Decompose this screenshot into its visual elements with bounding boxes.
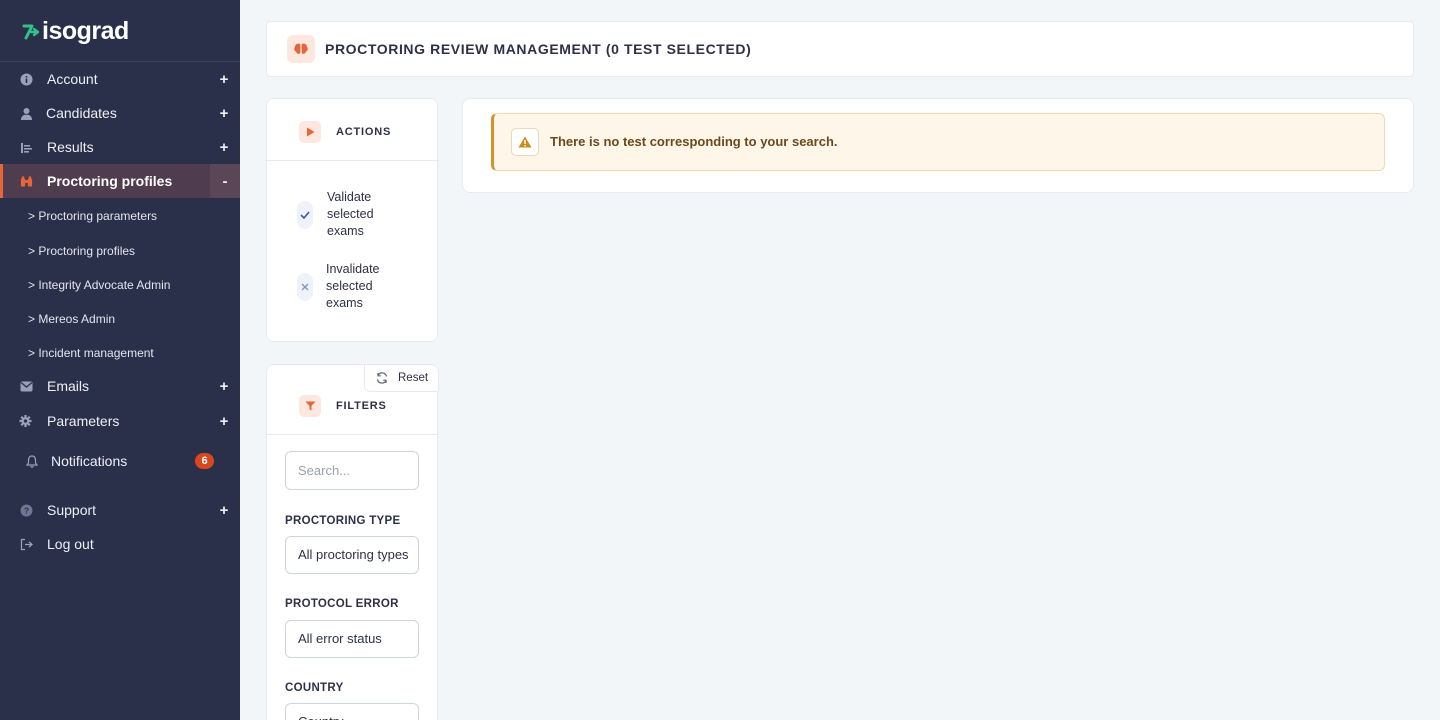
sidebar-item-label: Emails [47, 378, 90, 394]
expand-toggle[interactable]: + [218, 502, 230, 519]
sidebar-item-label: Proctoring profiles [47, 173, 173, 189]
bell-icon [25, 454, 38, 468]
proctoring-type-select[interactable]: All proctoring types [285, 536, 419, 574]
page-title: PROCTORING REVIEW MANAGEMENT (0 TEST SEL… [325, 41, 752, 57]
sidebar-item-emails[interactable]: Emails + [0, 369, 240, 403]
country-label: COUNTRY [285, 682, 344, 694]
protocol-error-label: PROTOCOL ERROR [285, 598, 399, 610]
sidebar-item-label: Parameters [47, 413, 120, 429]
invalidate-selected-exams-label: Invalidate selected exams [326, 262, 380, 310]
sidebar-item-parameters[interactable]: Parameters + [0, 404, 240, 438]
close-icon [297, 272, 313, 301]
isograd-logo-mark-icon [22, 24, 40, 40]
sidebar-item-logout[interactable]: Log out [0, 527, 240, 561]
envelope-icon [20, 380, 33, 393]
svg-text:?: ? [24, 505, 29, 515]
subitem-integrity-advocate-admin[interactable]: > Integrity Advocate Admin [28, 276, 170, 294]
check-icon [297, 200, 313, 229]
sidebar-item-label: Candidates [46, 105, 117, 121]
country-select[interactable]: Country [285, 703, 419, 720]
brain-icon [287, 35, 315, 63]
subitem-incident-management[interactable]: > Incident management [28, 344, 154, 362]
no-results-alert: There is no test corresponding to your s… [491, 113, 1385, 171]
filter-icon [299, 395, 321, 417]
sidebar-item-label: Log out [47, 536, 94, 552]
sidebar-item-label: Support [47, 502, 97, 518]
validate-selected-exams-label: Validate selected exams [327, 190, 374, 238]
binoculars-icon [20, 175, 33, 188]
reset-label: Reset [398, 372, 429, 384]
expand-toggle[interactable]: + [218, 105, 230, 122]
subitem-proctoring-parameters[interactable]: > Proctoring parameters [28, 207, 157, 225]
user-icon [20, 107, 33, 120]
logout-icon [20, 538, 33, 551]
no-results-message: There is no test corresponding to your s… [550, 134, 838, 149]
expand-toggle[interactable]: + [218, 139, 230, 156]
filters-panel-title: FILTERS [336, 400, 387, 412]
filters-panel-header: FILTERS [267, 392, 437, 435]
page-header: PROCTORING REVIEW MANAGEMENT (0 TEST SEL… [266, 21, 1414, 77]
invalidate-selected-exams-button[interactable]: Invalidate selected exams [297, 261, 427, 312]
protocol-error-select[interactable]: All error status [285, 620, 419, 658]
expand-toggle[interactable]: + [218, 413, 230, 430]
list-icon [20, 141, 33, 154]
sidebar-item-label: Results [47, 139, 94, 155]
actions-panel-title: ACTIONS [336, 126, 392, 138]
sidebar-item-proctoring-profiles[interactable]: Proctoring profiles - [0, 164, 240, 198]
question-icon: ? [20, 504, 33, 517]
reset-filters-button[interactable]: Reset [364, 364, 439, 392]
sidebar-item-account[interactable]: Account + [0, 62, 240, 96]
filters-panel: Reset FILTERS PROCTORING TYPE All procto… [266, 364, 439, 720]
sidebar: isograd Account + Candidates + Results +… [0, 0, 240, 720]
results-panel: There is no test corresponding to your s… [462, 98, 1414, 193]
isograd-logo[interactable]: isograd [22, 16, 129, 45]
sidebar-item-support[interactable]: ? Support + [0, 493, 240, 527]
brand-name: isograd [42, 16, 129, 45]
info-icon [20, 73, 33, 86]
play-icon [299, 121, 321, 143]
subitem-proctoring-profiles[interactable]: > Proctoring profiles [28, 242, 135, 260]
expand-toggle[interactable]: + [218, 378, 230, 395]
warning-icon [511, 128, 539, 156]
notification-count-badge: 6 [195, 453, 214, 469]
expand-toggle[interactable]: + [218, 71, 230, 88]
search-input[interactable] [285, 451, 419, 490]
subitem-mereos-admin[interactable]: > Mereos Admin [28, 310, 115, 328]
actions-panel: ACTIONS Validate selected exams Invalida… [266, 98, 438, 342]
collapse-toggle[interactable]: - [219, 173, 231, 190]
sidebar-item-label: Notifications [51, 453, 128, 469]
active-indicator [0, 164, 3, 198]
actions-panel-header: ACTIONS [267, 99, 437, 161]
refresh-icon [376, 372, 388, 384]
sidebar-item-label: Account [47, 71, 98, 87]
sidebar-item-notifications[interactable]: Notifications 6 [0, 444, 240, 478]
sidebar-item-results[interactable]: Results + [0, 130, 240, 164]
gear-icon [19, 414, 32, 428]
proctoring-type-label: PROCTORING TYPE [285, 515, 401, 527]
validate-selected-exams-button[interactable]: Validate selected exams [297, 189, 427, 240]
sidebar-item-candidates[interactable]: Candidates + [0, 96, 240, 130]
